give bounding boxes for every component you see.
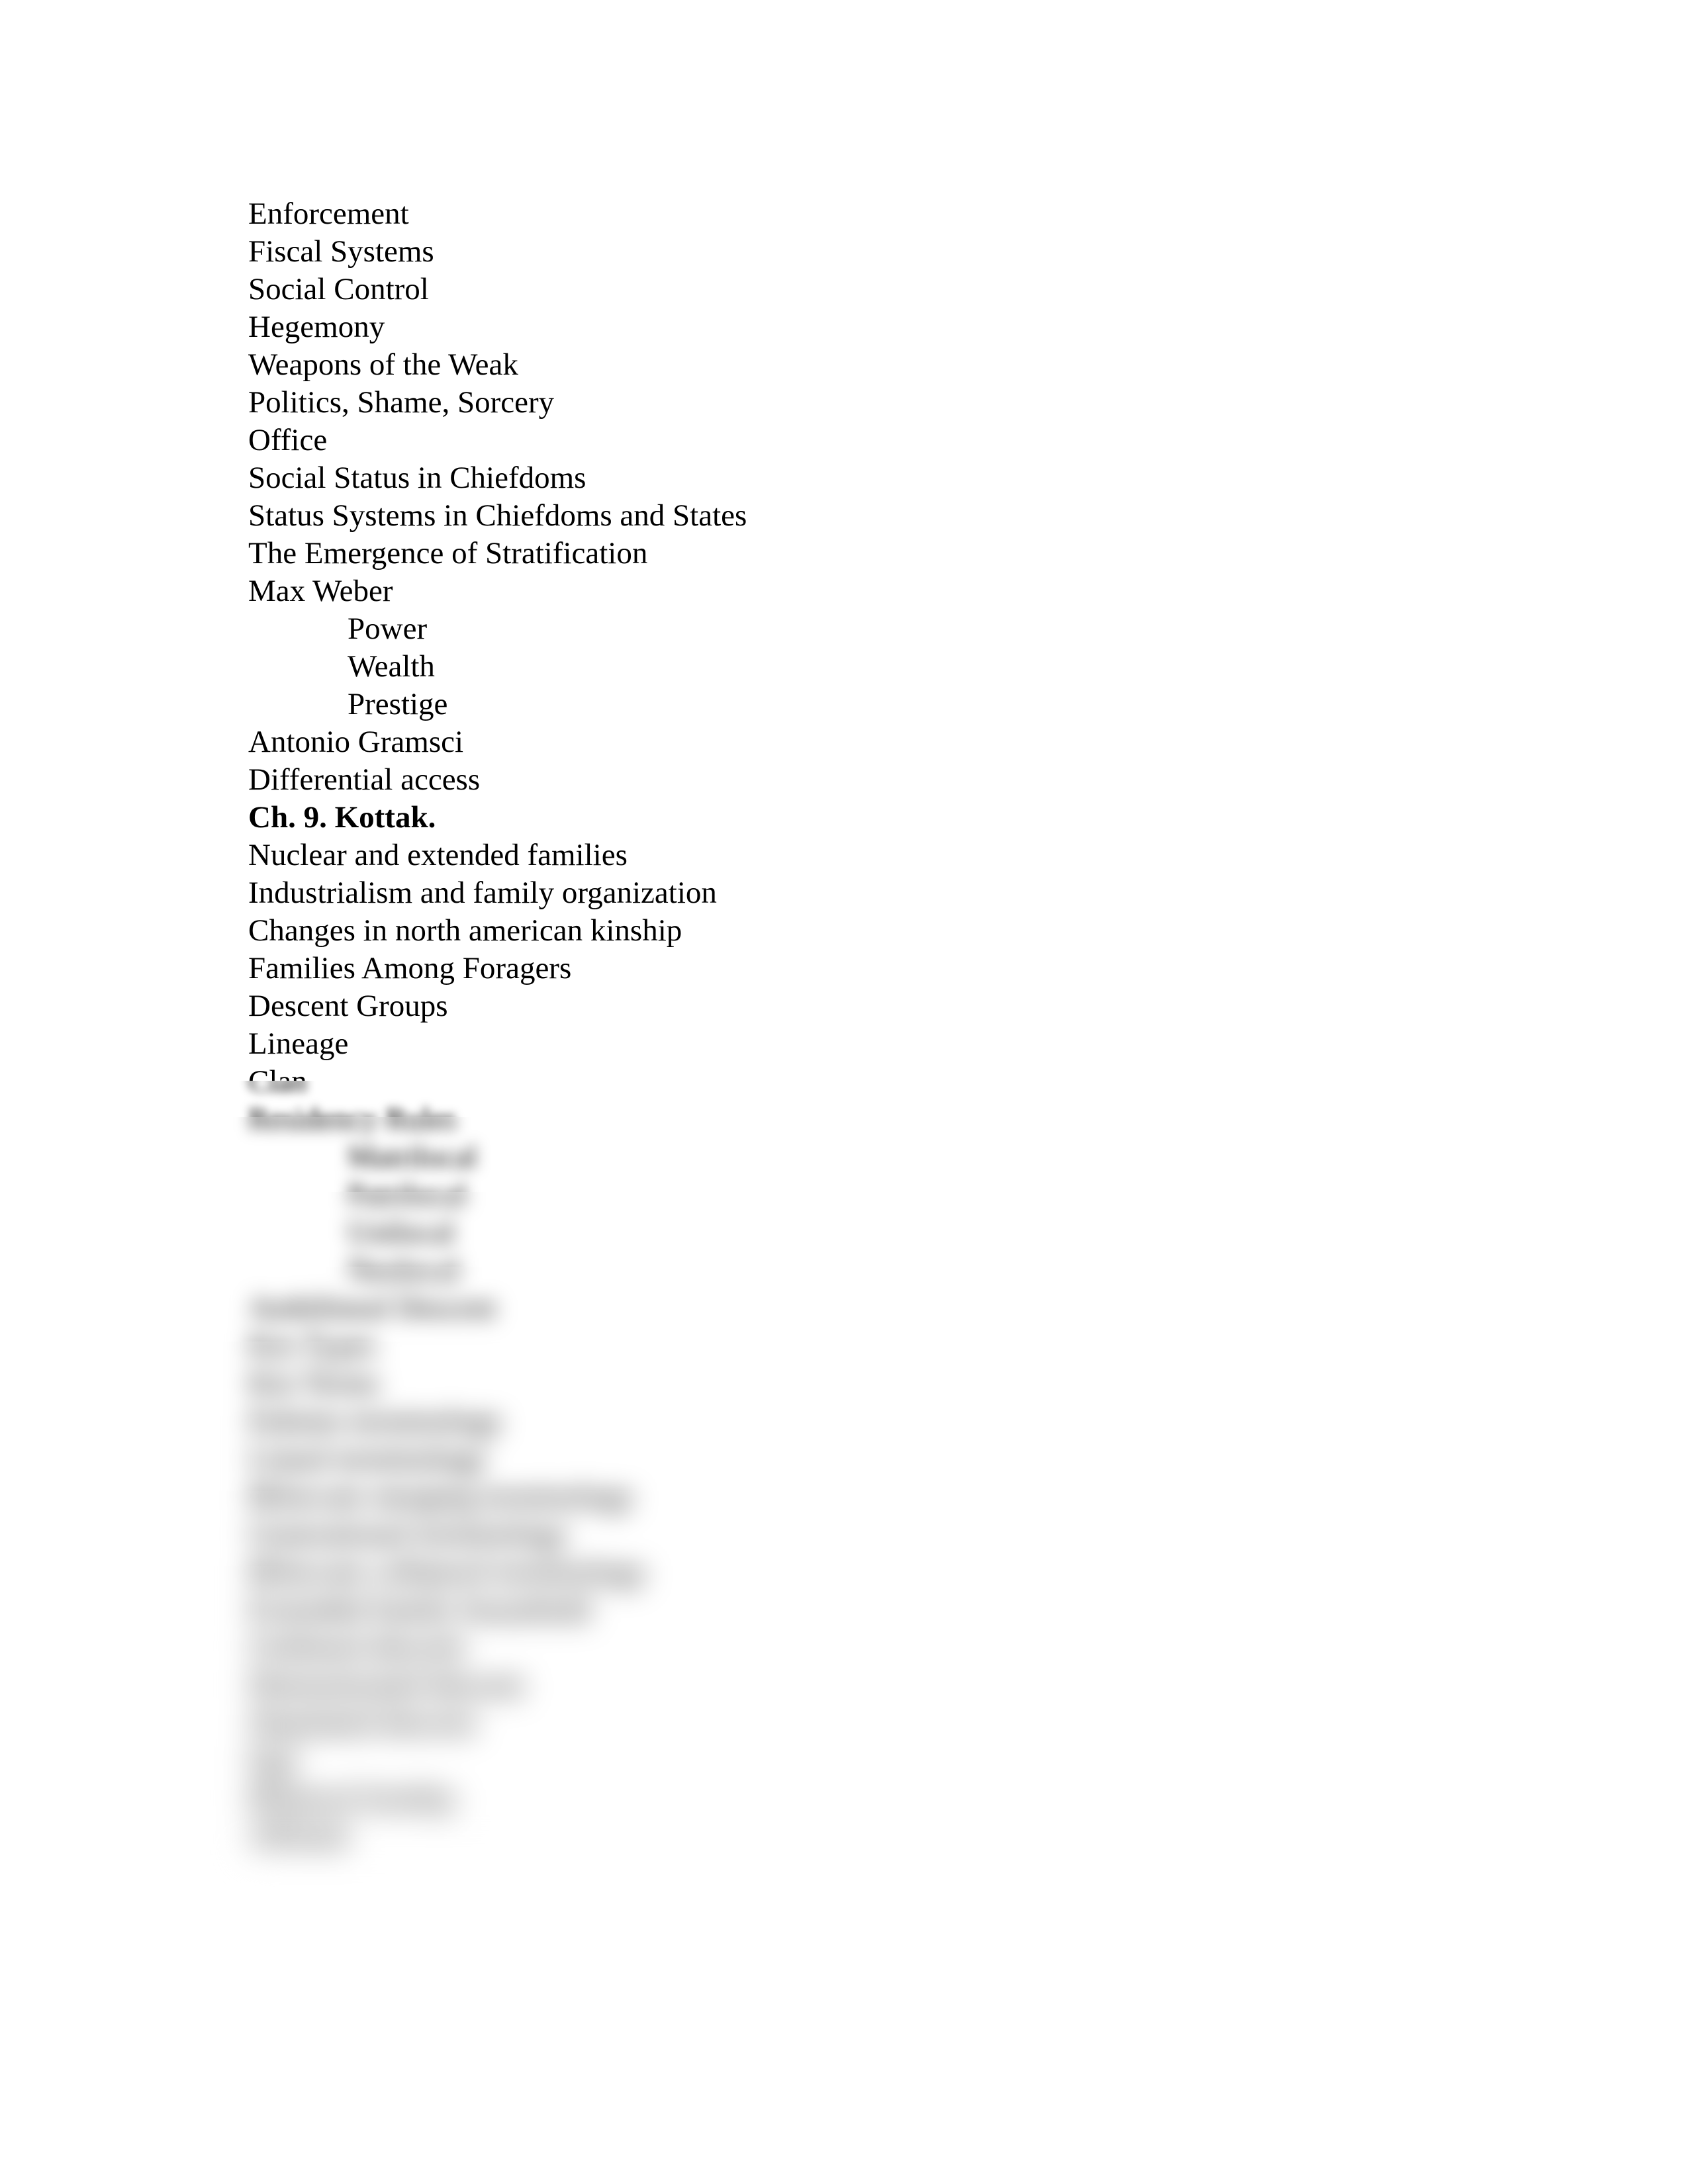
outline-item: Antonio Gramsci [248, 725, 464, 759]
blur-region-mask [0, 1081, 1688, 2184]
outline-item: Politics, Shame, Sorcery [248, 385, 555, 420]
outline-item: Office [248, 423, 328, 457]
outline-item: Families Among Foragers [248, 951, 572, 985]
outline-item: Lineage [248, 1026, 349, 1061]
document-page: Enforcement Fiscal Systems Social Control H… [0, 0, 1688, 2184]
outline-item: Status Systems in Chiefdoms and States [248, 498, 747, 533]
outline-item: Enforcement [248, 197, 409, 231]
outline-item: Weapons of the Weak [248, 347, 518, 382]
outline-item: Hegemony [248, 310, 385, 344]
outline-item: Fiscal Systems [248, 234, 434, 269]
section-heading: Ch. 9. Kottak. [248, 800, 436, 835]
outline-item: Changes in north american kinship [248, 913, 682, 948]
outline-item: The Emergence of Stratification [248, 536, 648, 570]
outline-item: Industrialism and family organization [248, 876, 717, 910]
outline-item: Max Weber [248, 574, 393, 608]
outline-item: Prestige [348, 687, 448, 721]
outline-item: Social Control [248, 272, 429, 306]
outline-item: Social Status in Chiefdoms [248, 461, 586, 495]
outline-item: Differential access [248, 762, 481, 797]
outline-item: Wealth [348, 649, 435, 684]
outline-item: Nuclear and extended families [248, 838, 628, 872]
outline-item: Descent Groups [248, 989, 448, 1023]
outline-item: Power [348, 612, 428, 646]
